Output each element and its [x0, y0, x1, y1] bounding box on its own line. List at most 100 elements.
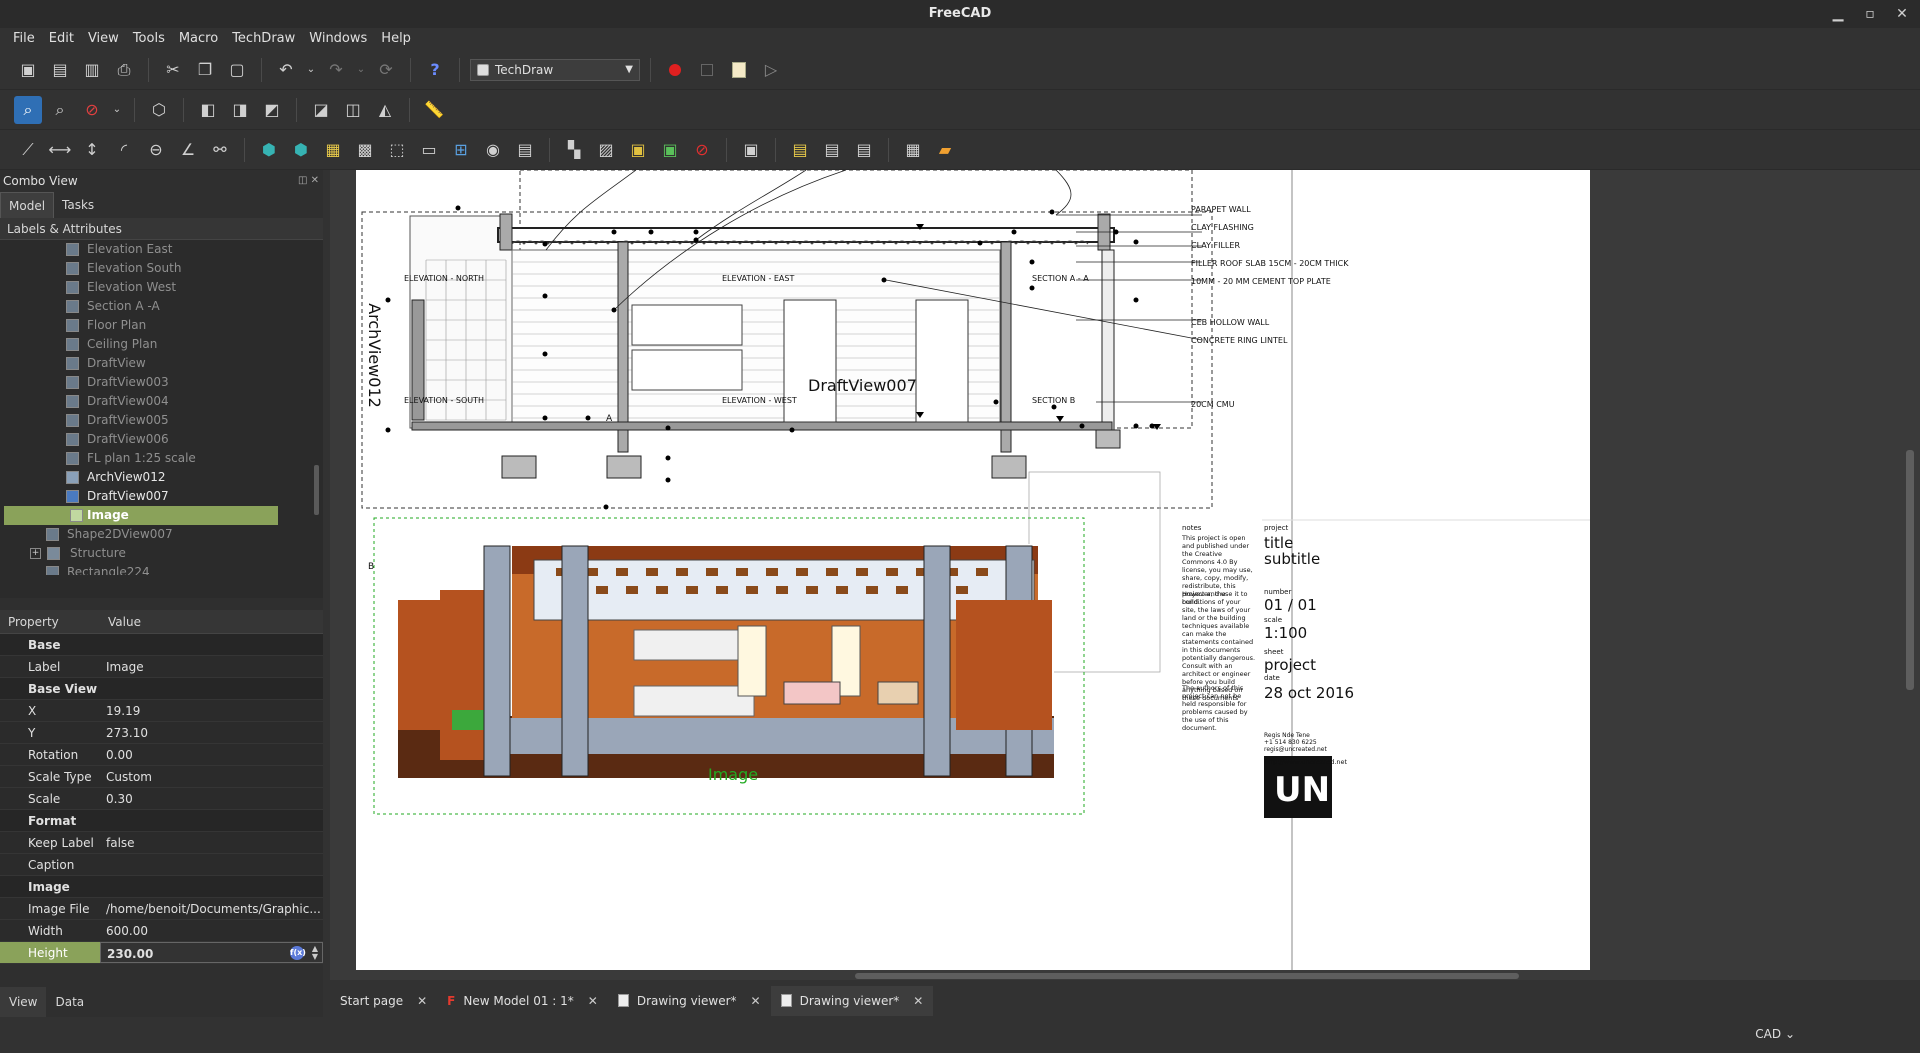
tree-scrollbar[interactable] [314, 465, 319, 515]
property-row[interactable]: Scale Type Custom [0, 766, 323, 788]
tab-new-model[interactable]: F New Model 01 : 1* ✕ [437, 986, 608, 1016]
expand-icon[interactable]: + [30, 548, 41, 559]
vertical-scrollbar[interactable] [1906, 170, 1914, 970]
tree-item[interactable]: Section A -A [0, 297, 323, 316]
horizontal-scrollbar[interactable] [330, 971, 1920, 980]
workbench-selector[interactable]: TechDraw ▼ [470, 58, 640, 81]
tab-drawing-viewer[interactable]: Drawing viewer* ✕ [608, 986, 771, 1016]
hatch-icon[interactable]: ▚ [560, 136, 588, 164]
property-row[interactable]: X 19.19 [0, 700, 323, 722]
new-page-template-icon[interactable]: ▤ [818, 136, 846, 164]
spreadsheet-view-icon[interactable]: ⊞ [447, 136, 475, 164]
folder-icon[interactable]: ▰ [931, 136, 959, 164]
property-group[interactable]: Format [0, 810, 323, 832]
tab-drawing-viewer-active[interactable]: Drawing viewer* ✕ [770, 985, 934, 1016]
drawing-sheet[interactable]: ArchView012 DraftView007 Image ELEVATION… [356, 170, 1590, 970]
panel-float-close-icon[interactable]: ◫ ✕ [298, 170, 319, 192]
close-icon[interactable]: ✕ [1894, 0, 1910, 28]
tree-item[interactable]: Elevation South [0, 259, 323, 278]
length-dimension-icon[interactable]: ⟋ [14, 136, 42, 164]
archview-label[interactable]: ArchView012 [365, 303, 384, 408]
tab-model[interactable]: Model [0, 192, 55, 218]
rear-view-icon[interactable]: ◪ [307, 96, 335, 124]
redraw-page-icon[interactable]: ▤ [850, 136, 878, 164]
draw-style-dropdown-icon[interactable]: ⌄ [110, 96, 124, 124]
menu-macro[interactable]: Macro [172, 28, 225, 50]
horizontal-dimension-icon[interactable]: ⟷ [46, 136, 74, 164]
macro-stop-icon[interactable] [693, 56, 721, 84]
tree-item[interactable]: DraftView006 [0, 430, 323, 449]
tree-item[interactable]: Ceiling Plan [0, 335, 323, 354]
macro-run-icon[interactable]: ▷ [757, 56, 785, 84]
undo-dropdown-icon[interactable]: ⌄ [304, 56, 318, 84]
annotation-icon[interactable]: ▤ [511, 136, 539, 164]
tree-item[interactable]: DraftView [0, 354, 323, 373]
tree-item[interactable]: FL plan 1:25 scale [0, 449, 323, 468]
property-row[interactable]: Scale 0.30 [0, 788, 323, 810]
scale-value[interactable]: 1:100 [1264, 624, 1307, 642]
close-tab-icon[interactable]: ✕ [588, 994, 598, 1008]
tree-item[interactable]: DraftView005 [0, 411, 323, 430]
date-value[interactable]: 28 oct 2016 [1264, 684, 1354, 702]
property-row[interactable]: Image File/home/benoit/Documents/Graphic… [0, 898, 323, 920]
bottom-view-icon[interactable]: ◫ [339, 96, 367, 124]
property-row[interactable]: Label Image [0, 656, 323, 678]
refresh-icon[interactable]: ⟳ [372, 56, 400, 84]
front-view-icon[interactable]: ◧ [194, 96, 222, 124]
draft-view-icon[interactable]: ▭ [415, 136, 443, 164]
tree-item[interactable]: Shape2DView007 [0, 525, 323, 544]
property-row[interactable]: Keep Label false [0, 832, 323, 854]
property-group[interactable]: Base [0, 634, 323, 656]
link-dimension-icon[interactable]: ⚯ [206, 136, 234, 164]
maximize-icon[interactable]: ▫ [1862, 0, 1878, 28]
macro-edit-icon[interactable] [725, 56, 753, 84]
copy-icon[interactable]: ❐ [191, 56, 219, 84]
tab-data[interactable]: Data [46, 987, 93, 1017]
tree-item[interactable]: + Structure [0, 544, 323, 563]
isometric-view-icon[interactable]: ⬡ [145, 96, 173, 124]
new-document-icon[interactable]: ▣ [14, 56, 42, 84]
expression-icon[interactable]: f(x) [290, 946, 306, 960]
paste-icon[interactable]: ▢ [223, 56, 251, 84]
save-document-icon[interactable]: ▥ [78, 56, 106, 84]
export-page-icon[interactable]: ▣ [737, 136, 765, 164]
new-page-default-icon[interactable]: ▤ [786, 136, 814, 164]
vertical-dimension-icon[interactable]: ↕ [78, 136, 106, 164]
minimize-icon[interactable]: ▁ [1830, 0, 1846, 28]
tree-item-selected[interactable]: Image [4, 506, 278, 525]
tree-item[interactable]: Elevation East [0, 240, 323, 259]
symbol-icon[interactable]: ◉ [479, 136, 507, 164]
new-multiview-icon[interactable]: ⬢ [287, 136, 315, 164]
tab-tasks[interactable]: Tasks [54, 192, 102, 218]
close-tab-icon[interactable]: ✕ [913, 994, 923, 1008]
sheet-value[interactable]: project [1264, 656, 1316, 674]
section-view-icon[interactable]: ▩ [351, 136, 379, 164]
image-label[interactable]: Image [708, 765, 758, 784]
tree-item[interactable]: Rectangle224 [0, 563, 323, 575]
property-row[interactable]: Caption [0, 854, 323, 876]
diameter-dimension-icon[interactable]: ⊖ [142, 136, 170, 164]
fit-all-icon[interactable]: ⌕ [14, 95, 42, 124]
tree-item[interactable]: Elevation West [0, 278, 323, 297]
undo-icon[interactable]: ↶ [272, 56, 300, 84]
projection-group-icon[interactable]: ▦ [319, 136, 347, 164]
tree-item[interactable]: DraftView003 [0, 373, 323, 392]
tree-item[interactable]: ArchView012 [0, 468, 323, 487]
measure-icon[interactable]: 📏 [420, 96, 448, 124]
menu-file[interactable]: File [6, 28, 42, 50]
spin-arrows-icon[interactable]: ▲ ▼ [312, 945, 318, 961]
menu-techdraw[interactable]: TechDraw [225, 28, 302, 50]
property-row[interactable]: Y 273.10 [0, 722, 323, 744]
close-tab-icon[interactable]: ✕ [417, 994, 427, 1008]
scroll-thumb[interactable] [855, 973, 1519, 979]
menu-tools[interactable]: Tools [126, 28, 172, 50]
tree-item[interactable]: DraftView007 [0, 487, 323, 506]
geometric-hatch-icon[interactable]: ▨ [592, 136, 620, 164]
property-group[interactable]: Base View [0, 678, 323, 700]
property-row[interactable]: Width 600.00 [0, 920, 323, 942]
menu-edit[interactable]: Edit [42, 28, 81, 50]
menu-windows[interactable]: Windows [302, 28, 374, 50]
radius-dimension-icon[interactable]: ◜ [110, 136, 138, 164]
navigation-style-selector[interactable]: CAD ⌄ [1755, 1027, 1795, 1041]
redo-dropdown-icon[interactable]: ⌄ [354, 56, 368, 84]
